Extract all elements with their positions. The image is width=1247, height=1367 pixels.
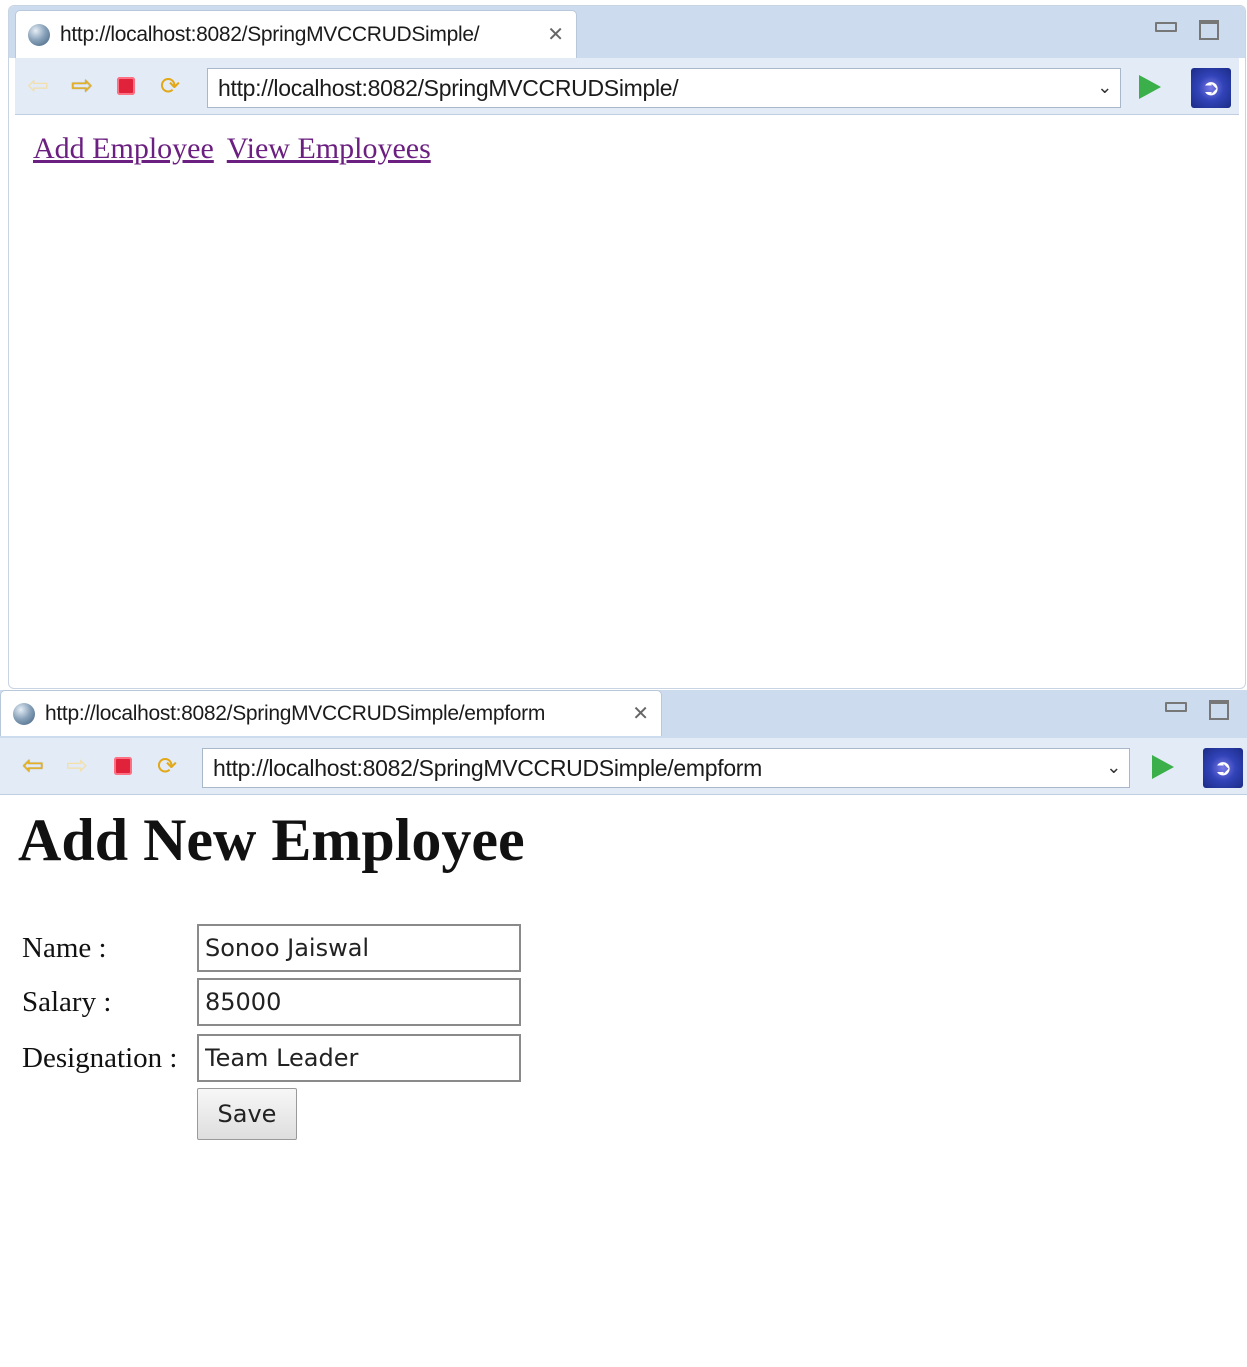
tab-bar: http://localhost:8082/SpringMVCCRUDSimpl… (9, 6, 1245, 58)
external-browser-icon[interactable]: ➲ (1203, 748, 1243, 788)
address-bar[interactable]: http://localhost:8082/SpringMVCCRUDSimpl… (207, 68, 1121, 108)
minimize-icon[interactable] (1155, 22, 1177, 32)
globe-icon (28, 23, 50, 46)
salary-row: Salary : (22, 978, 197, 1026)
back-arrow-icon: ⇦ (22, 751, 44, 781)
back-arrow-icon: ⇦ (27, 71, 49, 101)
minimize-icon[interactable] (1165, 702, 1187, 712)
designation-row: Designation : (22, 1034, 197, 1082)
go-play-icon[interactable] (1139, 75, 1161, 99)
salary-field[interactable] (197, 978, 521, 1026)
view-employees-link[interactable]: View Employees (227, 132, 431, 165)
name-label: Name : (22, 931, 107, 964)
designation-field[interactable] (197, 1034, 521, 1082)
close-tab-icon[interactable]: ✕ (624, 701, 649, 726)
name-field[interactable] (197, 924, 521, 972)
browser-window-home: http://localhost:8082/SpringMVCCRUDSimpl… (8, 5, 1246, 689)
browser-toolbar: ⇦ ⇨ ⟳ http://localhost:8082/SpringMVCCRU… (0, 738, 1247, 795)
page-content: Add Employee View Employees (9, 116, 1245, 688)
maximize-icon[interactable] (1209, 700, 1229, 720)
back-button[interactable]: ⇦ (23, 72, 53, 100)
browser-window-empform: http://localhost:8082/SpringMVCCRUDSimpl… (0, 690, 1247, 1367)
refresh-button[interactable]: ⟳ (155, 72, 185, 100)
browser-tab-home[interactable]: http://localhost:8082/SpringMVCCRUDSimpl… (15, 10, 577, 58)
name-row: Name : (22, 924, 197, 972)
refresh-button[interactable]: ⟳ (152, 752, 182, 780)
stop-button[interactable] (108, 752, 138, 780)
tab-title: http://localhost:8082/SpringMVCCRUDSimpl… (45, 701, 546, 725)
browser-tab-empform[interactable]: http://localhost:8082/SpringMVCCRUDSimpl… (0, 690, 662, 736)
stop-button[interactable] (111, 72, 141, 100)
address-url: http://localhost:8082/SpringMVCCRUDSimpl… (213, 754, 763, 781)
globe-icon (13, 702, 35, 725)
refresh-icon: ⟳ (159, 72, 181, 100)
address-bar[interactable]: http://localhost:8082/SpringMVCCRUDSimpl… (202, 748, 1130, 788)
page-content: Add New Employee Name : Salary : Designa… (0, 796, 1247, 1367)
forward-button[interactable]: ⇨ (67, 72, 97, 100)
external-browser-icon[interactable]: ➲ (1191, 68, 1231, 108)
nav-links: Add Employee View Employees (33, 132, 437, 166)
forward-arrow-icon: ⇨ (71, 71, 93, 101)
tab-title: http://localhost:8082/SpringMVCCRUDSimpl… (60, 22, 480, 46)
back-button[interactable]: ⇦ (18, 752, 48, 780)
add-employee-link[interactable]: Add Employee (33, 132, 214, 165)
close-tab-icon[interactable]: ✕ (539, 22, 564, 47)
forward-button[interactable]: ⇨ (62, 752, 92, 780)
salary-label: Salary : (22, 985, 112, 1018)
designation-label: Designation : (22, 1041, 178, 1074)
refresh-icon: ⟳ (156, 752, 178, 780)
go-play-icon[interactable] (1152, 755, 1174, 779)
tab-bar: http://localhost:8082/SpringMVCCRUDSimpl… (0, 690, 1247, 738)
stop-icon (117, 77, 135, 95)
maximize-icon[interactable] (1199, 20, 1219, 40)
forward-arrow-icon: ⇨ (66, 751, 88, 781)
address-url: http://localhost:8082/SpringMVCCRUDSimpl… (218, 74, 679, 101)
chevron-down-icon[interactable]: ⌄ (1097, 77, 1112, 98)
stop-icon (114, 757, 132, 775)
save-button[interactable]: Save (197, 1088, 297, 1140)
browser-toolbar: ⇦ ⇨ ⟳ http://localhost:8082/SpringMVCCRU… (15, 58, 1239, 115)
page-title: Add New Employee (18, 807, 525, 873)
chevron-down-icon[interactable]: ⌄ (1106, 757, 1121, 778)
